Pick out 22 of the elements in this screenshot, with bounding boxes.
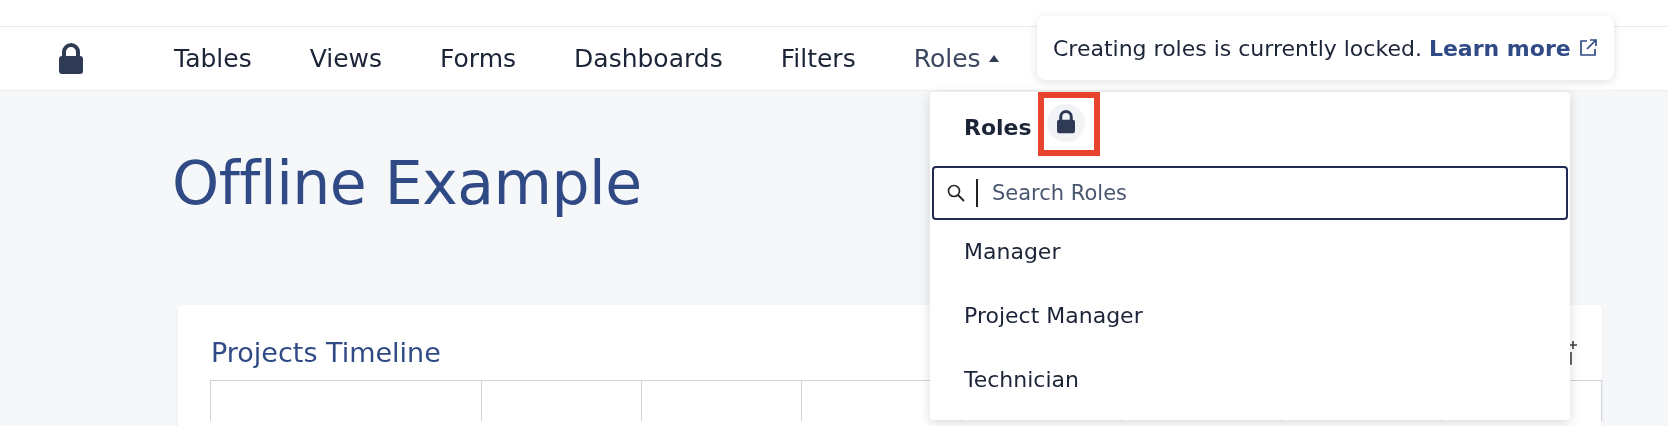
dropdown-title: Roles — [964, 114, 1032, 140]
lock-icon — [1055, 110, 1076, 134]
nav-tab[interactable]: Forms — [440, 44, 517, 73]
card-title: Projects Timeline — [211, 337, 441, 368]
role-item[interactable]: Technician — [930, 348, 1570, 412]
lock-button[interactable] — [1047, 104, 1084, 140]
nav-tab[interactable]: Views — [309, 44, 383, 73]
nav-tab[interactable]: Roles — [913, 44, 999, 73]
external-link-icon[interactable] — [1577, 38, 1598, 58]
role-item[interactable]: Manager — [930, 220, 1570, 284]
lock-icon — [58, 42, 84, 75]
caret-icon — [988, 55, 999, 62]
nav-tab[interactable]: Tables — [174, 44, 252, 73]
learn-more-link[interactable]: Learn more — [1428, 35, 1571, 61]
tooltip-text: Creating roles is currently locked. — [1053, 35, 1422, 61]
page-title: Offline Example — [172, 147, 642, 220]
nav-tab[interactable]: Filters — [780, 44, 856, 73]
search-field[interactable]: Search Roles — [992, 173, 1566, 213]
search-icon — [946, 183, 966, 203]
role-item[interactable]: Project Manager — [930, 284, 1570, 348]
search-box[interactable]: Search Roles — [932, 166, 1568, 220]
nav-tab[interactable]: Dashboards — [574, 44, 723, 73]
